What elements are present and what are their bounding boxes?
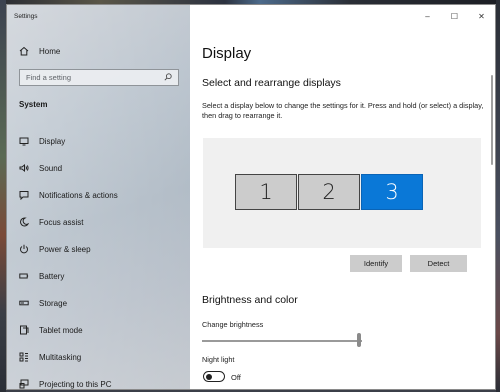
window-controls: – ☐ ✕	[414, 5, 495, 27]
search-input[interactable]	[26, 73, 156, 82]
main-content: – ☐ ✕ Display Select and rearrange displ…	[190, 5, 495, 389]
moon-icon	[18, 216, 30, 228]
night-light-toggle[interactable]	[203, 371, 225, 382]
toggle-knob	[206, 373, 212, 380]
monitor-2[interactable]: 2	[298, 174, 360, 210]
sidebar-item-display[interactable]: Display	[7, 129, 190, 153]
display-arrangement-area[interactable]: 1 2 3	[203, 138, 481, 248]
search-box[interactable]	[19, 69, 179, 86]
projecting-icon	[18, 378, 30, 389]
scrollbar[interactable]	[491, 75, 493, 165]
sidebar-section-label: System	[19, 100, 48, 109]
close-button[interactable]: ✕	[468, 5, 495, 27]
arrange-description: Select a display below to change the set…	[202, 101, 484, 120]
storage-icon	[18, 297, 30, 309]
sidebar-item-label: Focus assist	[39, 217, 84, 227]
sidebar-item-battery[interactable]: Battery	[7, 264, 190, 288]
sidebar-item-label: Battery	[39, 271, 65, 281]
sidebar-item-label: Tablet mode	[39, 325, 83, 335]
identify-button[interactable]: Identify	[350, 255, 402, 272]
power-icon	[18, 243, 30, 255]
home-icon	[18, 45, 30, 57]
sidebar-item-power-sleep[interactable]: Power & sleep	[7, 237, 190, 261]
page-title: Display	[202, 45, 252, 62]
search-icon[interactable]	[164, 72, 172, 83]
change-brightness-label: Change brightness	[202, 320, 264, 329]
sidebar-item-label: Display	[39, 136, 66, 146]
minimize-button[interactable]: –	[414, 5, 441, 27]
window-title: Settings	[14, 13, 38, 20]
sidebar-item-label: Home	[39, 46, 61, 56]
tablet-icon	[18, 324, 30, 336]
brightness-slider-track[interactable]	[202, 340, 362, 342]
sidebar-item-label: Notifications & actions	[39, 190, 118, 200]
battery-icon	[18, 270, 30, 282]
notifications-icon	[18, 189, 30, 201]
display-icon	[18, 135, 30, 147]
sidebar-item-notifications[interactable]: Notifications & actions	[7, 183, 190, 207]
brightness-heading: Brightness and color	[202, 294, 298, 306]
desktop-background-right	[496, 0, 500, 392]
sidebar-item-projecting[interactable]: Projecting to this PC	[7, 372, 190, 389]
sidebar-item-label: Multitasking	[39, 352, 82, 362]
monitor-3-selected[interactable]: 3	[361, 174, 423, 210]
brightness-slider-thumb[interactable]	[356, 333, 361, 347]
arrange-heading: Select and rearrange displays	[202, 77, 341, 89]
night-light-label: Night light	[202, 355, 235, 364]
sidebar-item-tablet-mode[interactable]: Tablet mode	[7, 318, 190, 342]
sidebar: Settings Home System Display Sound	[7, 5, 190, 389]
sidebar-item-storage[interactable]: Storage	[7, 291, 190, 315]
multitasking-icon	[18, 351, 30, 363]
monitor-1[interactable]: 1	[235, 174, 297, 210]
sidebar-item-label: Storage	[39, 298, 68, 308]
sidebar-item-label: Projecting to this PC	[39, 379, 112, 389]
sidebar-item-focus-assist[interactable]: Focus assist	[7, 210, 190, 234]
sidebar-item-home[interactable]: Home	[7, 39, 190, 63]
sidebar-item-label: Sound	[39, 163, 63, 173]
sound-icon	[18, 162, 30, 174]
sidebar-item-label: Power & sleep	[39, 244, 91, 254]
settings-window: Settings Home System Display Sound	[6, 4, 496, 390]
detect-button[interactable]: Detect	[410, 255, 467, 272]
night-light-state: Off	[231, 373, 241, 382]
sidebar-item-multitasking[interactable]: Multitasking	[7, 345, 190, 369]
maximize-button[interactable]: ☐	[441, 5, 468, 27]
sidebar-item-sound[interactable]: Sound	[7, 156, 190, 180]
